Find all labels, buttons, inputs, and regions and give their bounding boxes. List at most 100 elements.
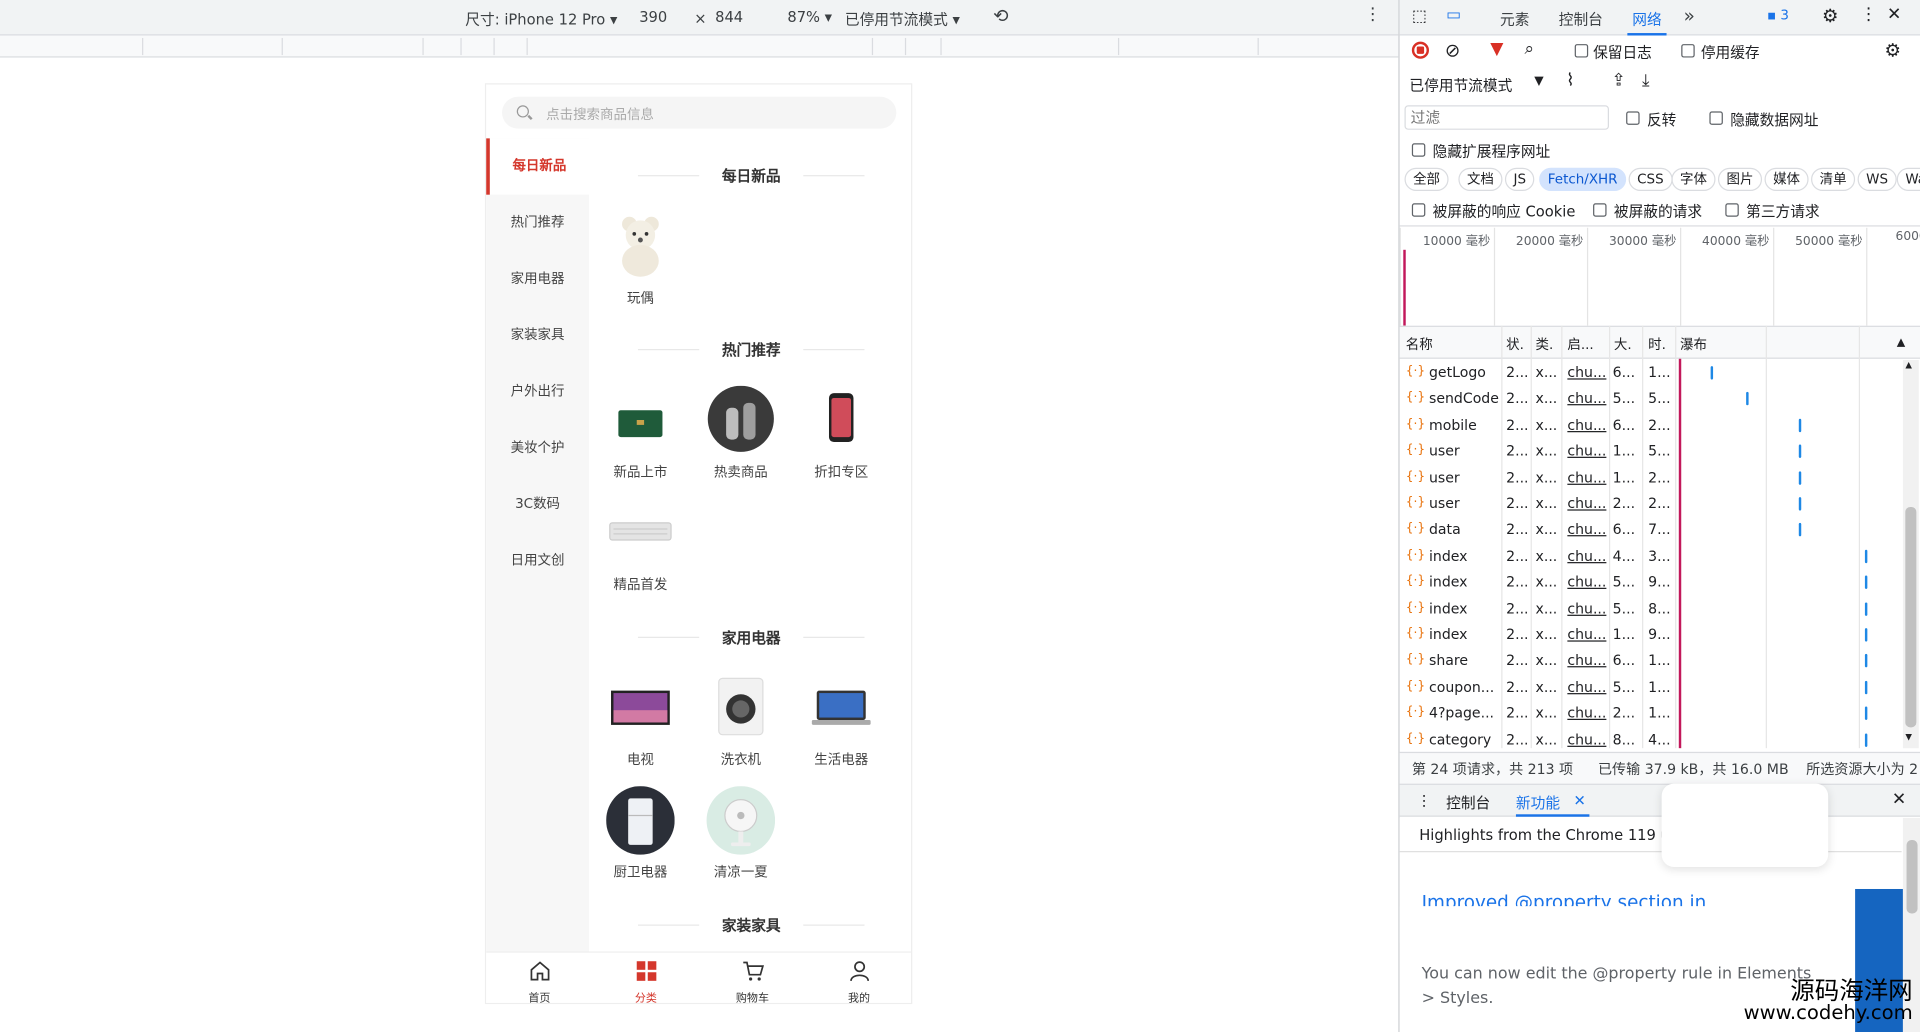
clear-icon[interactable]: ⊘	[1445, 39, 1460, 61]
tab-home[interactable]: 首页	[486, 953, 593, 1003]
request-list-scrollbar[interactable]: ▲ ▼	[1902, 360, 1919, 749]
filter-js[interactable]: JS	[1504, 167, 1535, 192]
filter-doc[interactable]: 文档	[1458, 167, 1503, 192]
col-size[interactable]: 大.	[1614, 334, 1632, 354]
filter-ws[interactable]: WS	[1857, 167, 1897, 192]
cell-initiator[interactable]: chu...	[1567, 442, 1606, 459]
sidebar-item-furniture[interactable]: 家装家具	[486, 307, 589, 363]
tab-elements[interactable]: 元素	[1500, 9, 1529, 30]
filter-fetch-xhr[interactable]: Fetch/XHR	[1539, 167, 1627, 192]
product-doll[interactable]: 玩偶	[598, 212, 684, 308]
tab-mine[interactable]: 我的	[806, 953, 911, 1003]
tab-console[interactable]: 控制台	[1559, 9, 1603, 30]
filter-media[interactable]: 媒体	[1764, 167, 1809, 192]
issues-badge[interactable]: ▪ 3	[1767, 7, 1789, 23]
col-name[interactable]: 名称	[1406, 334, 1433, 354]
request-row[interactable]: {·} coupon... 2... x... chu... 5... 1...	[1400, 674, 1902, 700]
col-initiator[interactable]: 启...	[1567, 334, 1593, 354]
col-time[interactable]: 时.	[1648, 334, 1666, 354]
filter-img[interactable]: 图片	[1717, 167, 1763, 192]
sidebar-item-appliance[interactable]: 家用电器	[486, 251, 589, 307]
panel-scrollbar-thumb[interactable]	[1906, 840, 1918, 914]
scrollbar-thumb[interactable]	[1905, 506, 1917, 728]
throttle-dropdown-icon[interactable]: ▼	[1534, 75, 1543, 88]
col-waterfall[interactable]: 瀑布	[1680, 334, 1707, 354]
sidebar-item-stationery[interactable]: 日用文创	[486, 533, 589, 589]
cell-initiator[interactable]: chu...	[1567, 495, 1606, 512]
scroll-down-icon[interactable]: ▼	[1905, 732, 1912, 742]
more-tabs-icon[interactable]: »	[1684, 5, 1695, 27]
filter-font[interactable]: 字体	[1671, 167, 1716, 192]
sidebar-item-daily[interactable]: 每日新品	[486, 138, 589, 195]
third-party-checkbox[interactable]	[1725, 203, 1739, 217]
sidebar-item-3c[interactable]: 3C数码	[486, 476, 589, 532]
cell-initiator[interactable]: chu...	[1567, 600, 1606, 617]
blocked-cookies-checkbox[interactable]	[1411, 203, 1426, 217]
close-devtools-icon[interactable]: ✕	[1887, 5, 1901, 25]
cell-initiator[interactable]: chu...	[1567, 390, 1606, 407]
rotate-icon[interactable]: ⟲	[993, 5, 1008, 27]
network-filter-input[interactable]	[1404, 105, 1609, 130]
cell-initiator[interactable]: chu...	[1567, 364, 1606, 381]
inspect-icon[interactable]: ⬚	[1412, 7, 1427, 25]
request-row[interactable]: {·} index 2... x... chu... 5... 9...	[1400, 570, 1902, 596]
sort-up-icon[interactable]: ▲	[1897, 337, 1905, 349]
drawer-tab-whats-new[interactable]: 新功能	[1516, 792, 1560, 813]
invert-checkbox[interactable]	[1626, 111, 1640, 125]
product-tv[interactable]: 电视	[598, 673, 684, 769]
filter-css[interactable]: CSS	[1628, 167, 1673, 192]
settings-icon[interactable]: ⚙	[1822, 5, 1838, 27]
cell-initiator[interactable]: chu...	[1567, 678, 1606, 695]
sidebar-item-beauty[interactable]: 美妆个护	[486, 420, 589, 476]
hide-data-urls-checkbox[interactable]	[1709, 111, 1723, 125]
product-hot-sale[interactable]: 热卖商品	[698, 385, 784, 482]
request-row[interactable]: {·} index 2... x... chu... 1... 9...	[1400, 622, 1902, 648]
filter-icon[interactable]: ▼	[1490, 39, 1503, 59]
filter-all[interactable]: 全部	[1404, 167, 1449, 192]
preserve-log-checkbox[interactable]	[1574, 44, 1589, 58]
col-type[interactable]: 类.	[1536, 334, 1554, 354]
request-row[interactable]: {·} mobile 2... x... chu... 6... 2...	[1400, 412, 1902, 438]
product-cooling[interactable]: 清凉一夏	[698, 786, 784, 882]
export-har-icon[interactable]: ⤓	[1642, 71, 1650, 91]
sidebar-item-outdoor[interactable]: 户外出行	[486, 364, 589, 420]
height-input[interactable]: 844	[715, 9, 743, 26]
more-options-icon[interactable]: ⋮	[1364, 5, 1381, 25]
filter-wasm[interactable]: Wa	[1896, 167, 1920, 192]
network-settings-icon[interactable]: ⚙	[1885, 39, 1901, 61]
search-network-icon[interactable]: ⌕	[1525, 39, 1535, 59]
request-row[interactable]: {·} category 2... x... chu... 8... 4...	[1400, 727, 1902, 753]
record-icon[interactable]	[1411, 41, 1429, 59]
device-throttle-select[interactable]: 已停用节流模式 ▾	[845, 9, 960, 30]
request-row[interactable]: {·} user 2... x... chu... 1... 2...	[1400, 465, 1902, 491]
product-washer[interactable]: 洗衣机	[698, 673, 784, 769]
cell-initiator[interactable]: chu...	[1567, 731, 1606, 748]
request-row[interactable]: {·} user 2... x... chu... 2... 2...	[1400, 491, 1902, 517]
request-row[interactable]: {·} sendCode 2... x... chu... 5... 5...	[1400, 386, 1902, 412]
request-row[interactable]: {·} index 2... x... chu... 5... 8...	[1400, 596, 1902, 622]
drawer-menu-icon[interactable]: ⋮	[1417, 792, 1432, 809]
cell-initiator[interactable]: chu...	[1567, 704, 1606, 721]
cell-initiator[interactable]: chu...	[1567, 521, 1606, 538]
cell-initiator[interactable]: chu...	[1567, 416, 1606, 433]
import-har-icon[interactable]: ⇪	[1611, 71, 1625, 91]
tab-category[interactable]: 分类	[593, 953, 700, 1003]
request-row[interactable]: {·} share 2... x... chu... 6... 1...	[1400, 648, 1902, 674]
device-select[interactable]: 尺寸: iPhone 12 Pro ▾	[465, 9, 617, 30]
product-life-appliance[interactable]: 生活电器	[798, 673, 884, 769]
cell-initiator[interactable]: chu...	[1567, 626, 1606, 643]
product-premium[interactable]: 精品首发	[598, 498, 684, 594]
request-row[interactable]: {·} 4?page... 2... x... chu... 2... 1...	[1400, 701, 1902, 727]
zoom-select[interactable]: 87% ▾	[787, 9, 832, 26]
request-row[interactable]: {·} user 2... x... chu... 1... 5...	[1400, 439, 1902, 465]
sidebar-item-hot[interactable]: 热门推荐	[486, 195, 589, 251]
cell-initiator[interactable]: chu...	[1567, 468, 1606, 485]
cell-initiator[interactable]: chu...	[1567, 652, 1606, 669]
blocked-requests-checkbox[interactable]	[1593, 203, 1607, 217]
network-conditions-icon[interactable]: ⌇	[1566, 71, 1574, 91]
scroll-up-icon[interactable]: ▲	[1905, 360, 1912, 370]
product-new-arrivals[interactable]: 新品上市	[598, 386, 684, 482]
disable-cache-checkbox[interactable]	[1681, 44, 1695, 58]
cell-initiator[interactable]: chu...	[1567, 573, 1606, 590]
width-input[interactable]: 390	[639, 9, 667, 26]
